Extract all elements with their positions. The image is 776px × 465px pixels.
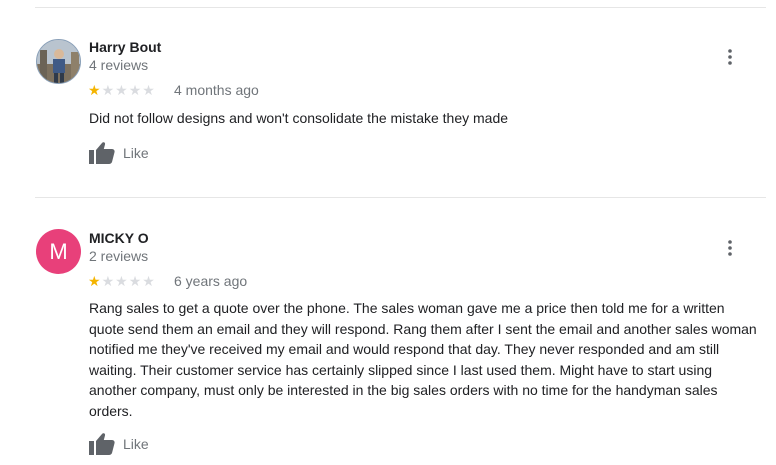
- reviewer-name[interactable]: MICKY O: [89, 230, 149, 246]
- reviewer-review-count[interactable]: 2 reviews: [89, 248, 148, 264]
- more-options-button[interactable]: [720, 236, 740, 260]
- avatar-letter: M: [49, 239, 68, 264]
- review-time: 6 years ago: [174, 273, 248, 289]
- like-button[interactable]: Like: [89, 141, 149, 165]
- star-icon: ★: [115, 82, 129, 98]
- reviewer-name[interactable]: Harry Bout: [89, 39, 161, 55]
- avatar[interactable]: M: [36, 229, 81, 274]
- star-icon: ★: [128, 82, 143, 98]
- star-rating: ★★★★★: [88, 273, 156, 289]
- star-icon: ★: [88, 273, 102, 289]
- more-vert-icon: [728, 240, 732, 256]
- star-icon: ★: [128, 273, 143, 289]
- star-rating: ★★★★★: [88, 82, 156, 98]
- review-text: Did not follow designs and won't consoli…: [89, 110, 509, 126]
- star-icon: ★: [88, 82, 102, 98]
- star-icon: ★: [115, 273, 129, 289]
- reviews-page: Harry Bout 4 reviews ★★★★★ 4 months ago …: [0, 0, 776, 465]
- reviewer-review-count[interactable]: 4 reviews: [89, 57, 148, 73]
- star-icon: ★: [101, 273, 116, 289]
- thumbs-up-icon: [89, 433, 115, 455]
- review-text: Rang sales to get a quote over the phone…: [89, 300, 757, 419]
- like-label: Like: [123, 145, 149, 161]
- star-icon: ★: [142, 273, 156, 289]
- review-time: 4 months ago: [174, 82, 259, 98]
- divider: [35, 7, 766, 8]
- like-label: Like: [123, 436, 149, 452]
- avatar-photo-image: [37, 40, 80, 83]
- divider: [35, 197, 766, 198]
- more-vert-icon: [728, 49, 732, 65]
- thumbs-up-icon: [89, 142, 115, 164]
- more-options-button[interactable]: [720, 45, 740, 69]
- avatar[interactable]: [36, 39, 81, 84]
- like-button[interactable]: Like: [89, 432, 149, 456]
- star-icon: ★: [101, 82, 116, 98]
- star-icon: ★: [142, 82, 156, 98]
